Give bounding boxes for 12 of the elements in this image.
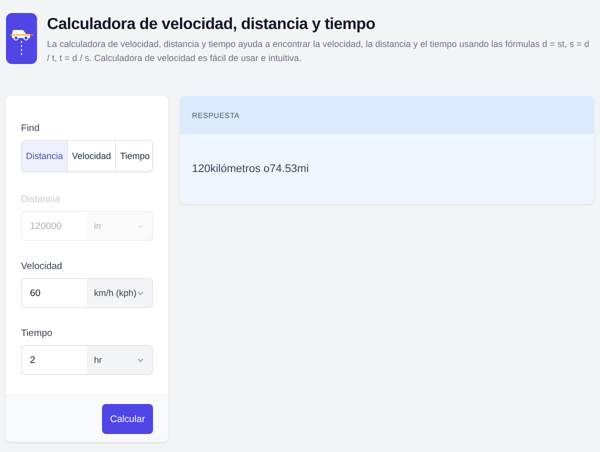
car-logo-icon xyxy=(6,13,37,64)
find-tab[interactable]: Tiempo xyxy=(116,141,152,171)
calculate-button[interactable]: Calcular xyxy=(102,404,153,434)
answer-text: 120kilómetros o74.53mi xyxy=(192,163,309,175)
page-title: Calculadora de velocidad, distancia y tiempo xyxy=(47,16,376,34)
find-tab[interactable]: Velocidad xyxy=(68,141,116,171)
field-label: Distancia xyxy=(21,194,62,205)
field-label: Velocidad xyxy=(21,261,64,272)
page-description: La calculadora de velocidad, distancia y tiempo ayuda a encontrar la velocidad, la distancia y el tiempo usando las fórmulas d = st, s = d / t, t = d / s. Calculadora de velocidad es fácil de usar e intuitiva. xyxy=(47,38,590,65)
find-tab[interactable]: Distancia xyxy=(22,141,68,171)
field-label: Tiempo xyxy=(21,328,54,339)
find-label: Find xyxy=(21,123,40,134)
